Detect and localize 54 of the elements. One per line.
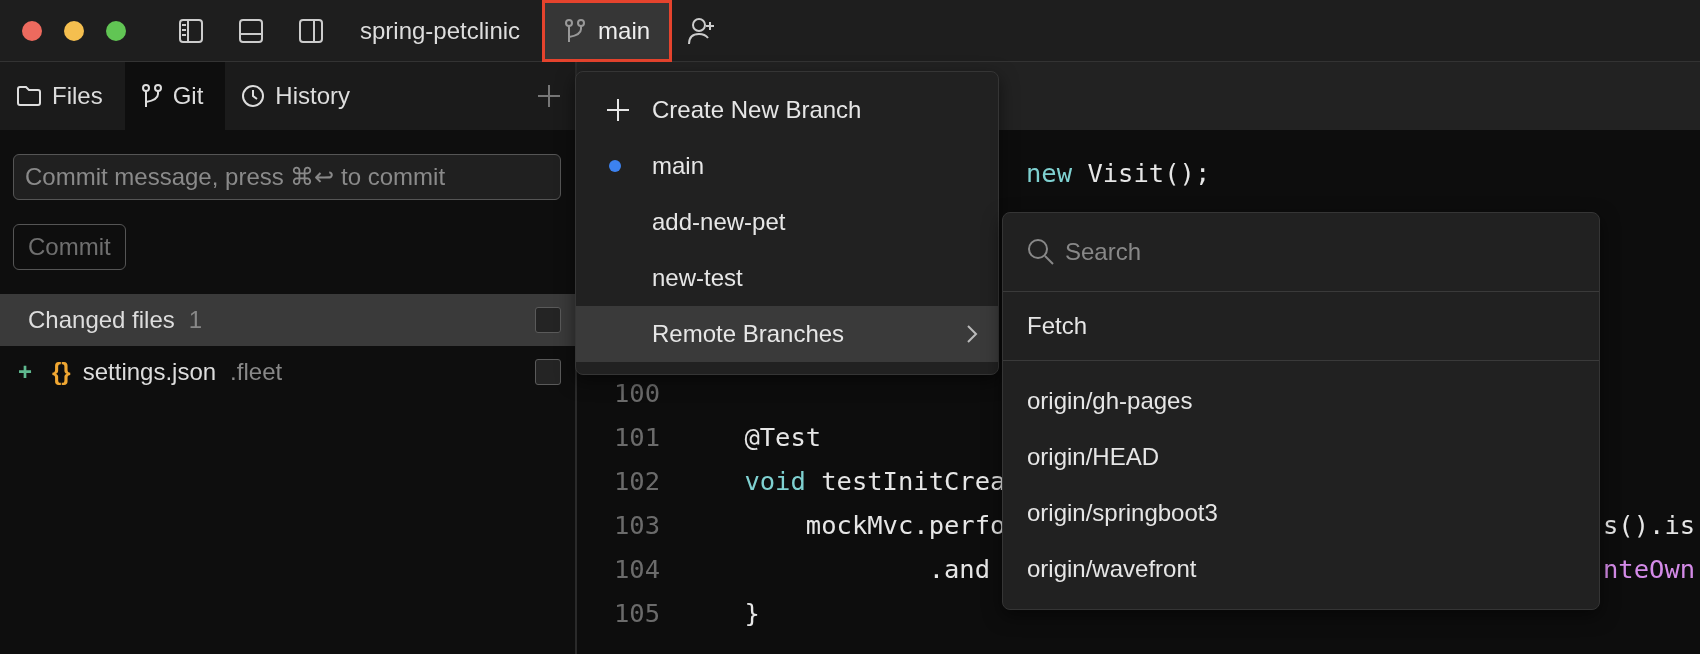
menu-item[interactable]: Fetch: [1003, 298, 1599, 354]
sidebar-left-icon[interactable]: [178, 17, 204, 44]
code-line: .and: [927, 554, 991, 584]
branch-item[interactable]: new-test: [576, 250, 998, 306]
json-file-icon: {}: [52, 358, 71, 386]
checkbox[interactable]: [535, 307, 561, 333]
line-number: 105: [612, 598, 660, 628]
added-mark: +: [18, 358, 32, 386]
minimize-button[interactable]: [64, 20, 84, 41]
code-line: }: [743, 598, 760, 628]
panel-tab[interactable]: Files: [0, 62, 125, 130]
submenu-item[interactable]: Remote Branches: [576, 306, 998, 362]
panel-tab[interactable]: History: [225, 62, 372, 130]
branch-item[interactable]: origin/gh-pages: [1003, 373, 1599, 429]
changes-header[interactable]: Changed files 1: [0, 294, 575, 346]
line-number: 104: [612, 554, 660, 584]
search-icon: [1027, 238, 1055, 266]
code-line: mockMvc.perfo: [804, 510, 1006, 540]
file-name[interactable]: settings.json: [82, 358, 217, 386]
clock-icon: [241, 84, 266, 108]
branch-icon: [140, 84, 163, 108]
search-field[interactable]: Search: [1065, 238, 1575, 266]
chevron-right-icon: [966, 324, 978, 344]
line-number: 103: [612, 510, 660, 540]
code-line: void testInitCrea: [743, 466, 1006, 496]
panel-bottom-icon[interactable]: [238, 17, 264, 44]
checkbox[interactable]: [535, 359, 561, 385]
code-fragment: nteOwn: [1603, 554, 1696, 584]
sidebar-right-icon[interactable]: [298, 17, 324, 44]
branch-item[interactable]: origin/springboot3: [1003, 485, 1599, 541]
code-fragment: new Visit();: [1026, 158, 1211, 188]
line-number: 100: [612, 378, 660, 408]
branch-item[interactable]: origin/wavefront: [1003, 541, 1599, 597]
folder-name: .fleet: [230, 358, 283, 386]
branch-item[interactable]: main: [576, 138, 998, 194]
code-fragment: s().is: [1603, 510, 1696, 540]
menu-item[interactable]: Create New Branch: [576, 82, 998, 138]
panel-tab[interactable]: Git: [124, 62, 226, 130]
plus-icon: [606, 98, 630, 122]
branch-item[interactable]: origin/HEAD: [1003, 429, 1599, 485]
folder-icon: [16, 85, 42, 107]
commit-message-field[interactable]: Commit message, press ⌘↩ to commit: [13, 154, 561, 200]
group-title: Changed files: [28, 306, 175, 334]
close-button[interactable]: [22, 20, 42, 41]
branch-icon: [564, 18, 587, 43]
branch-item[interactable]: add-new-pet: [576, 194, 998, 250]
project-name[interactable]: spring-petclinic: [360, 16, 521, 45]
code-line: @Test: [743, 422, 822, 452]
line-number: 102: [612, 466, 660, 496]
zoom-button[interactable]: [106, 20, 126, 41]
line-number: 101: [612, 422, 660, 452]
file-count: 1: [188, 306, 203, 334]
branch-button[interactable]: main: [542, 0, 673, 62]
add-icon[interactable]: [537, 84, 561, 108]
